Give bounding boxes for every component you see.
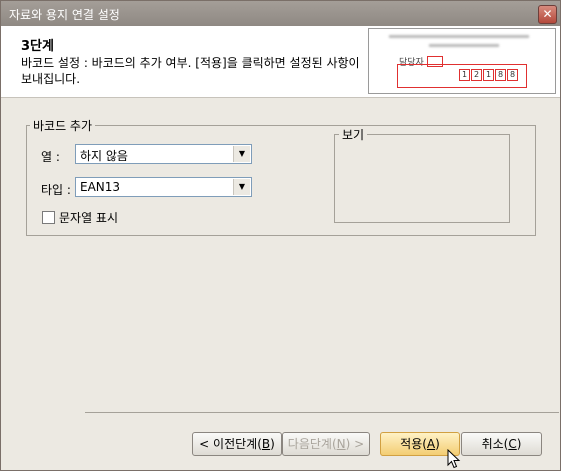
type-label: 타입 : xyxy=(41,183,71,197)
preview-groupbox xyxy=(334,134,510,223)
prev-step-button[interactable]: < 이전단계(B) xyxy=(192,432,282,456)
column-label: 열 : xyxy=(41,150,60,164)
footer-divider xyxy=(85,412,559,413)
preview-group-legend: 보기 xyxy=(339,126,368,143)
envelope-preview-image: 담당자 1 2 1 8 8 xyxy=(368,28,556,94)
preview-digit: 8 xyxy=(495,69,506,81)
column-select-value: 하지 않음 xyxy=(80,149,128,163)
type-select[interactable]: EAN13 ▼ xyxy=(75,177,252,197)
step-description: 바코드 설정 : 바코드의 추가 여부. [적용]을 클릭하면 설정된 사항이 … xyxy=(21,56,360,86)
type-select-value: EAN13 xyxy=(80,180,121,194)
wizard-header: 3단계 바코드 설정 : 바코드의 추가 여부. [적용]을 클릭하면 설정된 … xyxy=(1,26,560,98)
cancel-button[interactable]: 취소(C) xyxy=(461,432,542,456)
preview-digit: 2 xyxy=(471,69,482,81)
preview-digit: 1 xyxy=(459,69,470,81)
window-title: 자료와 용지 연결 설정 xyxy=(9,8,120,22)
title-bar[interactable]: 자료와 용지 연결 설정 ✕ xyxy=(1,1,560,26)
column-select[interactable]: 하지 않음 ▼ xyxy=(75,144,252,164)
step-title: 3단계 xyxy=(21,39,54,54)
mouse-cursor-icon xyxy=(447,449,461,469)
chevron-down-icon[interactable]: ▼ xyxy=(233,146,250,162)
close-icon[interactable]: ✕ xyxy=(538,5,557,24)
show-text-label[interactable]: 문자열 표시 xyxy=(59,209,118,226)
preview-digit: 1 xyxy=(483,69,494,81)
dialog-window: 자료와 용지 연결 설정 ✕ 3단계 바코드 설정 : 바코드의 추가 여부. … xyxy=(0,0,561,471)
barcode-group-legend: 바코드 추가 xyxy=(30,117,96,134)
show-text-checkbox[interactable] xyxy=(42,211,55,224)
preview-digit: 8 xyxy=(507,69,518,81)
next-step-button[interactable]: 다음단계(N) > xyxy=(282,432,370,456)
chevron-down-icon[interactable]: ▼ xyxy=(233,179,250,195)
